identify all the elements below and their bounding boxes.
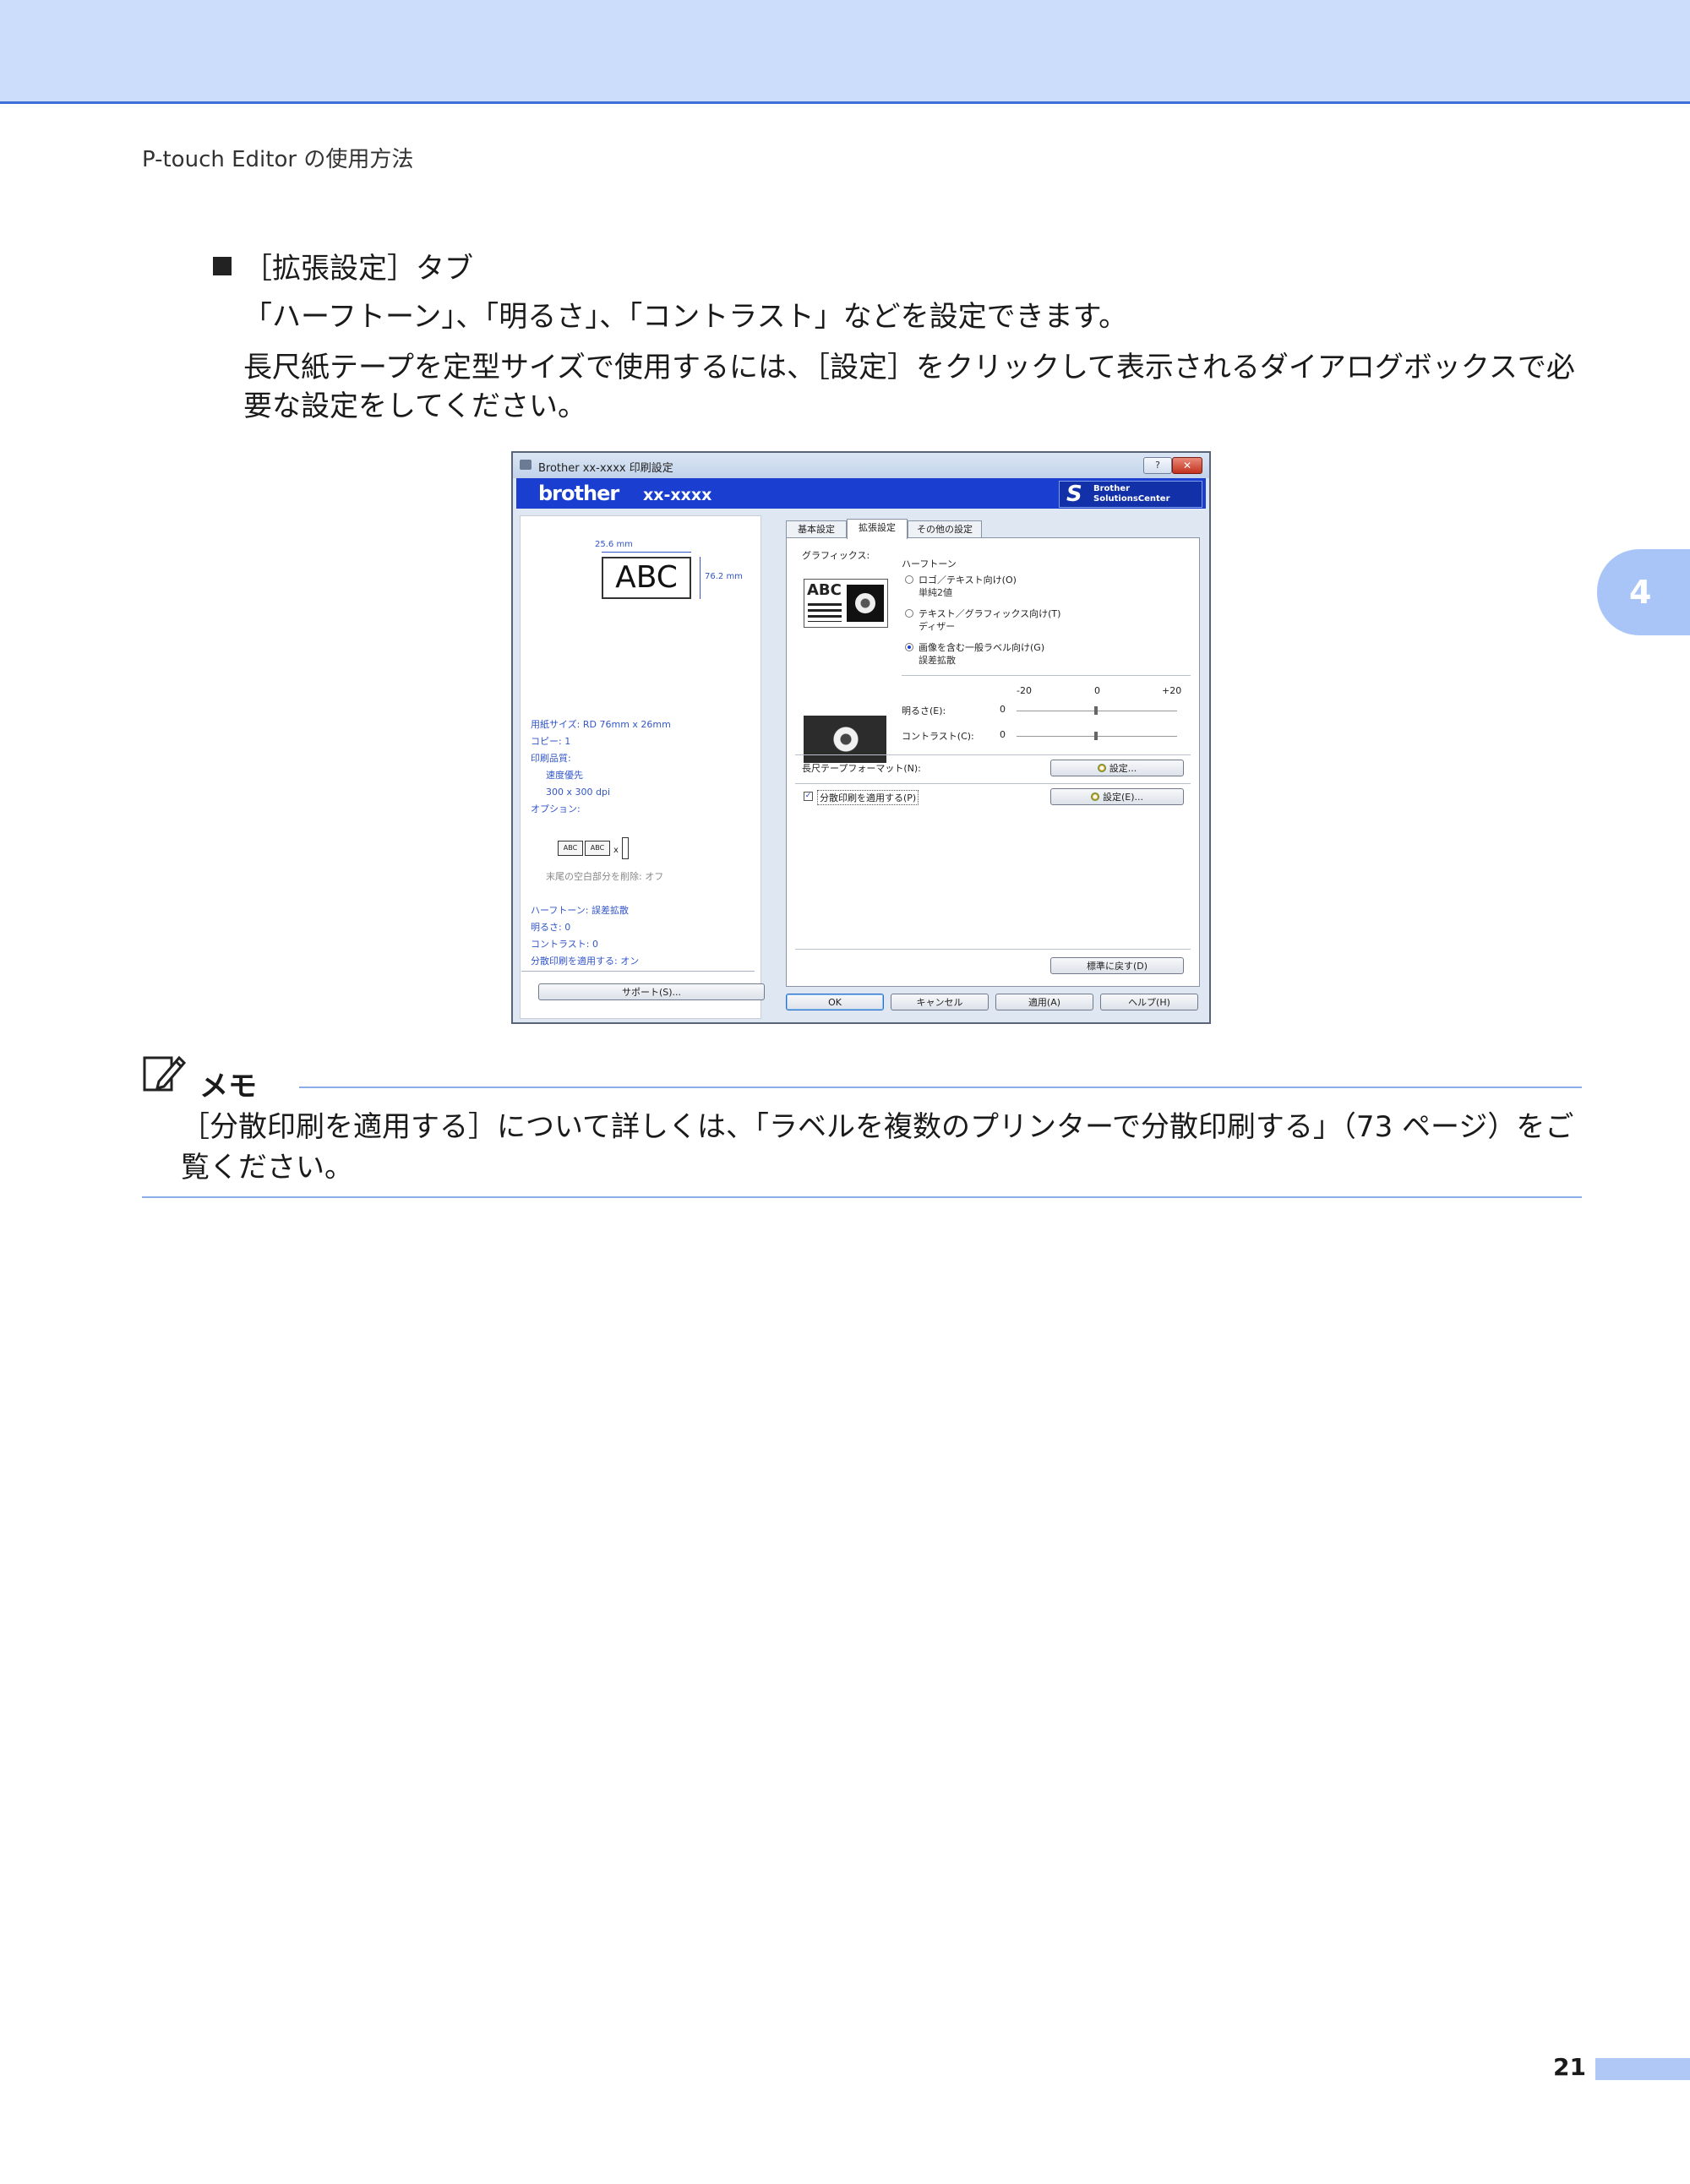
section-title: ［拡張設定］タブ bbox=[213, 245, 473, 286]
summary-brightness: 明るさ: 0 bbox=[531, 922, 571, 933]
section-title-text: ［拡張設定］タブ bbox=[243, 252, 473, 286]
radio-text-graphics-sub: ディザー bbox=[919, 621, 956, 632]
solutions-center-button[interactable]: S Brother SolutionsCenter bbox=[1059, 481, 1202, 508]
brother-logo: brother bbox=[538, 482, 619, 505]
shield-gear-icon bbox=[1090, 792, 1099, 801]
memo-top-rule bbox=[299, 1087, 1582, 1088]
summary-options-label: オプション: bbox=[531, 803, 581, 814]
close-button[interactable]: ✕ bbox=[1172, 457, 1202, 474]
apply-button[interactable]: 適用(A) bbox=[995, 994, 1093, 1010]
page-number: 21 bbox=[1553, 2053, 1586, 2081]
contrast-label: コントラスト(C): bbox=[902, 731, 974, 742]
option-cut-bar bbox=[622, 837, 629, 859]
tab-basic[interactable]: 基本設定 bbox=[786, 520, 847, 537]
distributed-print-checkbox[interactable]: ✓ bbox=[804, 792, 813, 801]
photo-preview-image bbox=[804, 716, 886, 763]
contrast-value: 0 bbox=[1000, 729, 1006, 740]
help-button[interactable]: ? bbox=[1143, 457, 1172, 474]
header-band bbox=[0, 0, 1690, 104]
graphics-label: グラフィックス: bbox=[802, 550, 870, 561]
summary-quality-label: 印刷品質: bbox=[531, 753, 571, 764]
help-dialog-button[interactable]: ヘルプ(H) bbox=[1100, 994, 1198, 1010]
separator bbox=[902, 675, 1191, 676]
memo-title: メモ bbox=[199, 1070, 257, 1103]
cancel-button[interactable]: キャンセル bbox=[891, 994, 989, 1010]
flower-image bbox=[847, 585, 884, 622]
brand-bar: brother xx-xxxx S Brother SolutionsCenter bbox=[516, 478, 1206, 509]
square-bullet-icon bbox=[213, 257, 232, 275]
scale-mid: 0 bbox=[1094, 685, 1100, 696]
printer-icon bbox=[520, 460, 532, 470]
radio-logo-text-label[interactable]: ロゴ／テキスト向け(O) bbox=[919, 573, 1017, 586]
long-tape-settings-button[interactable]: 設定... bbox=[1050, 760, 1184, 776]
distributed-print-label[interactable]: 分散印刷を適用する(P) bbox=[817, 790, 919, 805]
brightness-label: 明るさ(E): bbox=[902, 705, 946, 716]
summary-contrast: コントラスト: 0 bbox=[531, 939, 598, 950]
paragraph-1: 「ハーフトーン」、「明るさ」、「コントラスト」などを設定できます。 bbox=[243, 300, 1128, 334]
memo-text: ［分散印刷を適用する］について詳しくは、「ラベルを複数のプリンターで分散印刷する… bbox=[181, 1110, 1574, 1185]
distributed-settings-button[interactable]: 設定(E)... bbox=[1050, 788, 1184, 805]
option-label-box: ABC bbox=[585, 841, 610, 856]
tab-advanced[interactable]: 拡張設定 bbox=[847, 519, 908, 539]
brightness-value: 0 bbox=[1000, 704, 1006, 715]
settings-summary-pane: 25.6 mm ABC 76.2 mm 用紙サイズ: RD 76mm x 26m… bbox=[520, 515, 761, 1019]
summary-trim-tail: 末尾の空白部分を削除: オフ bbox=[546, 871, 664, 882]
separator bbox=[795, 754, 1191, 755]
summary-distributed: 分散印刷を適用する: オン bbox=[531, 956, 640, 967]
memo-bottom-rule bbox=[142, 1196, 1582, 1198]
option-label-box: ABC bbox=[558, 841, 583, 856]
print-settings-dialog: Brother xx-xxxx 印刷設定 ? ✕ brother xx-xxxx… bbox=[511, 451, 1211, 1024]
halftone-preview-image: ABC bbox=[804, 579, 888, 628]
scale-min: -20 bbox=[1017, 685, 1032, 696]
slider-thumb[interactable] bbox=[1094, 732, 1098, 740]
slider-thumb[interactable] bbox=[1094, 706, 1098, 715]
halftone-preview-text: ABC bbox=[807, 581, 842, 599]
option-x-mark: x bbox=[613, 846, 619, 855]
paragraph-2: 長尺紙テープを定型サイズで使用するには、［設定］をクリックして表示されるダイアロ… bbox=[243, 351, 1575, 423]
page-number-bar bbox=[1595, 2058, 1690, 2080]
radio-general-image-label[interactable]: 画像を含む一般ラベル向け(G) bbox=[919, 640, 1044, 654]
radio-logo-text-sub: 単純2値 bbox=[919, 587, 952, 598]
summary-copies: コピー: 1 bbox=[531, 736, 571, 747]
dialog-titlebar: Brother xx-xxxx 印刷設定 ? ✕ bbox=[513, 453, 1209, 478]
ok-button[interactable]: OK bbox=[786, 994, 884, 1010]
solutions-center-text: Brother SolutionsCenter bbox=[1093, 484, 1170, 504]
radio-text-graphics-label[interactable]: テキスト／グラフィックス向け(T) bbox=[919, 607, 1060, 620]
contrast-slider[interactable] bbox=[1017, 732, 1177, 740]
radio-text-graphics[interactable] bbox=[905, 609, 913, 618]
radio-general-image[interactable] bbox=[905, 643, 913, 651]
radio-logo-text[interactable] bbox=[905, 575, 913, 584]
solutions-center-icon: S bbox=[1066, 482, 1082, 507]
height-dimension: 76.2 mm bbox=[705, 572, 743, 581]
breadcrumb: P-touch Editor の使用方法 bbox=[142, 147, 414, 172]
left-pane-divider bbox=[521, 971, 755, 972]
shield-gear-icon bbox=[1097, 764, 1106, 772]
chapter-tab[interactable]: 4 bbox=[1597, 549, 1690, 635]
dialog-title: Brother xx-xxxx 印刷設定 bbox=[538, 462, 673, 475]
width-dimension-line bbox=[602, 552, 691, 553]
summary-quality-value: 速度優先 bbox=[546, 770, 583, 781]
height-dimension-line bbox=[700, 557, 701, 599]
long-tape-format-label: 長尺テープフォーマット(N): bbox=[802, 763, 921, 774]
support-button[interactable]: サポート(S)... bbox=[538, 983, 765, 1000]
label-preview: ABC bbox=[602, 557, 691, 599]
text-lines-graphic bbox=[808, 603, 842, 622]
summary-halftone: ハーフトーン: 誤差拡散 bbox=[531, 905, 629, 916]
radio-general-image-sub: 誤差拡散 bbox=[919, 655, 956, 666]
advanced-tab-pane: グラフィックス: ハーフトーン ABC ロゴ／テキスト向け(O) 単純2値 テキ… bbox=[786, 537, 1200, 987]
separator bbox=[795, 783, 1191, 784]
scale-max: +20 bbox=[1162, 685, 1182, 696]
width-dimension: 25.6 mm bbox=[595, 540, 633, 549]
summary-paper-size: 用紙サイズ: RD 76mm x 26mm bbox=[531, 719, 671, 730]
tab-other[interactable]: その他の設定 bbox=[908, 520, 982, 537]
reset-defaults-button[interactable]: 標準に戻す(D) bbox=[1050, 957, 1184, 974]
cut-option-icon: ABC ABC x bbox=[558, 837, 632, 859]
memo-pencil-icon bbox=[143, 1055, 186, 1092]
summary-resolution: 300 x 300 dpi bbox=[546, 787, 611, 798]
model-name: xx-xxxx bbox=[643, 486, 712, 504]
halftone-label: ハーフトーン bbox=[902, 558, 957, 569]
separator bbox=[795, 949, 1191, 950]
